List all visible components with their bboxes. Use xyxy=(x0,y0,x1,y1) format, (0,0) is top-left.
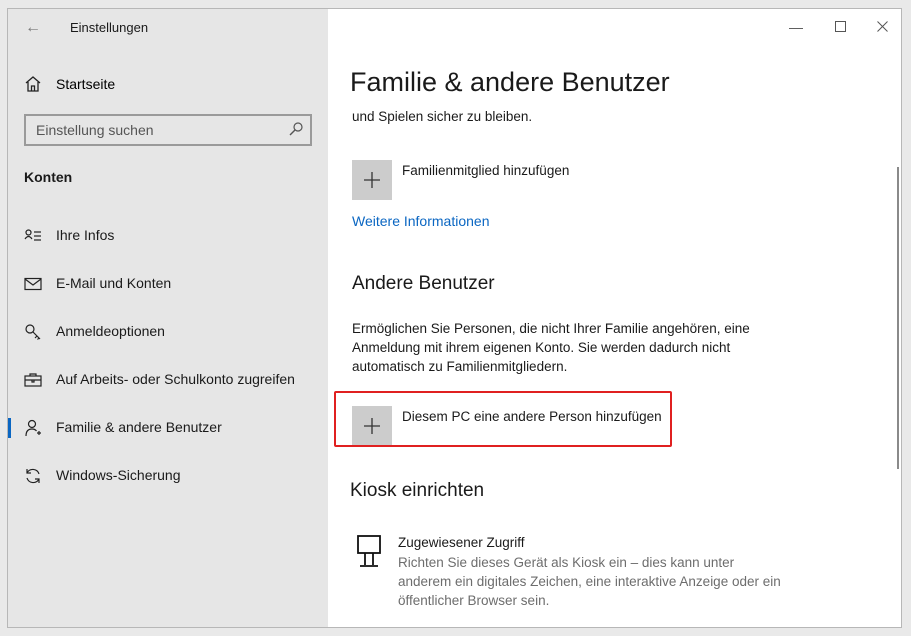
back-arrow-icon[interactable]: ← xyxy=(22,17,44,39)
search-box[interactable] xyxy=(24,114,312,146)
settings-window: ← Einstellungen Startseite Konten xyxy=(7,8,902,628)
sidebar: ← Einstellungen Startseite Konten xyxy=(8,9,328,627)
highlight-box xyxy=(334,391,672,447)
page-title: Familie & andere Benutzer xyxy=(350,67,670,97)
family-description-partial: und Spielen sicher zu bleiben. xyxy=(352,109,533,124)
sync-icon xyxy=(26,468,40,484)
add-family-button[interactable] xyxy=(352,160,392,200)
home-icon xyxy=(25,76,41,92)
sidebar-item-label: Anmeldeoptionen xyxy=(56,323,165,339)
kiosk-heading: Kiosk einrichten xyxy=(350,480,485,501)
briefcase-icon xyxy=(24,373,42,387)
home-label: Startseite xyxy=(56,76,116,92)
maximize-icon[interactable] xyxy=(827,17,853,37)
kiosk-description: Richten Sie dieses Gerät als Kiosk ein –… xyxy=(398,555,781,608)
sidebar-item-label: Ihre Infos xyxy=(56,227,115,243)
sidebar-home[interactable]: Startseite xyxy=(24,73,115,95)
sidebar-item-label: Windows-Sicherung xyxy=(56,467,181,483)
other-users-description: Ermöglichen Sie Personen, die nicht Ihre… xyxy=(352,321,750,374)
key-icon xyxy=(25,324,41,340)
sidebar-item-anmeldeoptionen[interactable]: Anmeldeoptionen xyxy=(8,312,328,352)
kiosk-title[interactable]: Zugewiesener Zugriff xyxy=(398,535,525,550)
minimize-icon[interactable]: — xyxy=(783,17,809,37)
app-title: Einstellungen xyxy=(70,20,149,35)
other-users-heading: Andere Benutzer xyxy=(352,273,495,294)
sidebar-item-email[interactable]: E-Mail und Konten xyxy=(8,264,328,304)
sidebar-item-ihre-infos[interactable]: Ihre Infos xyxy=(8,216,328,256)
plus-icon xyxy=(364,172,380,188)
close-icon[interactable] xyxy=(869,17,895,37)
sidebar-item-familie[interactable]: Familie & andere Benutzer xyxy=(8,408,328,448)
sidebar-item-arbeitskonto[interactable]: Auf Arbeits- oder Schulkonto zugreifen xyxy=(8,360,328,400)
sidebar-item-sicherung[interactable]: Windows-Sicherung xyxy=(8,456,328,496)
search-icon[interactable] xyxy=(288,121,304,137)
sidebar-item-label: Familie & andere Benutzer xyxy=(56,419,222,435)
mail-icon xyxy=(24,277,42,291)
main-content: — Familie & andere Benutzer und Spielen … xyxy=(328,9,901,627)
person-card-icon xyxy=(24,229,41,241)
scrollbar[interactable] xyxy=(897,167,899,469)
sidebar-item-label: E-Mail und Konten xyxy=(56,275,172,291)
section-label: Konten xyxy=(24,169,73,185)
person-icon xyxy=(25,419,41,437)
kiosk-icon[interactable] xyxy=(356,535,382,569)
add-family-label[interactable]: Familienmitglied hinzufügen xyxy=(402,163,569,178)
sidebar-item-label: Auf Arbeits- oder Schulkonto zugreifen xyxy=(56,371,295,387)
search-input[interactable] xyxy=(36,121,276,139)
active-indicator xyxy=(8,418,11,438)
more-info-link[interactable]: Weitere Informationen xyxy=(352,213,489,229)
